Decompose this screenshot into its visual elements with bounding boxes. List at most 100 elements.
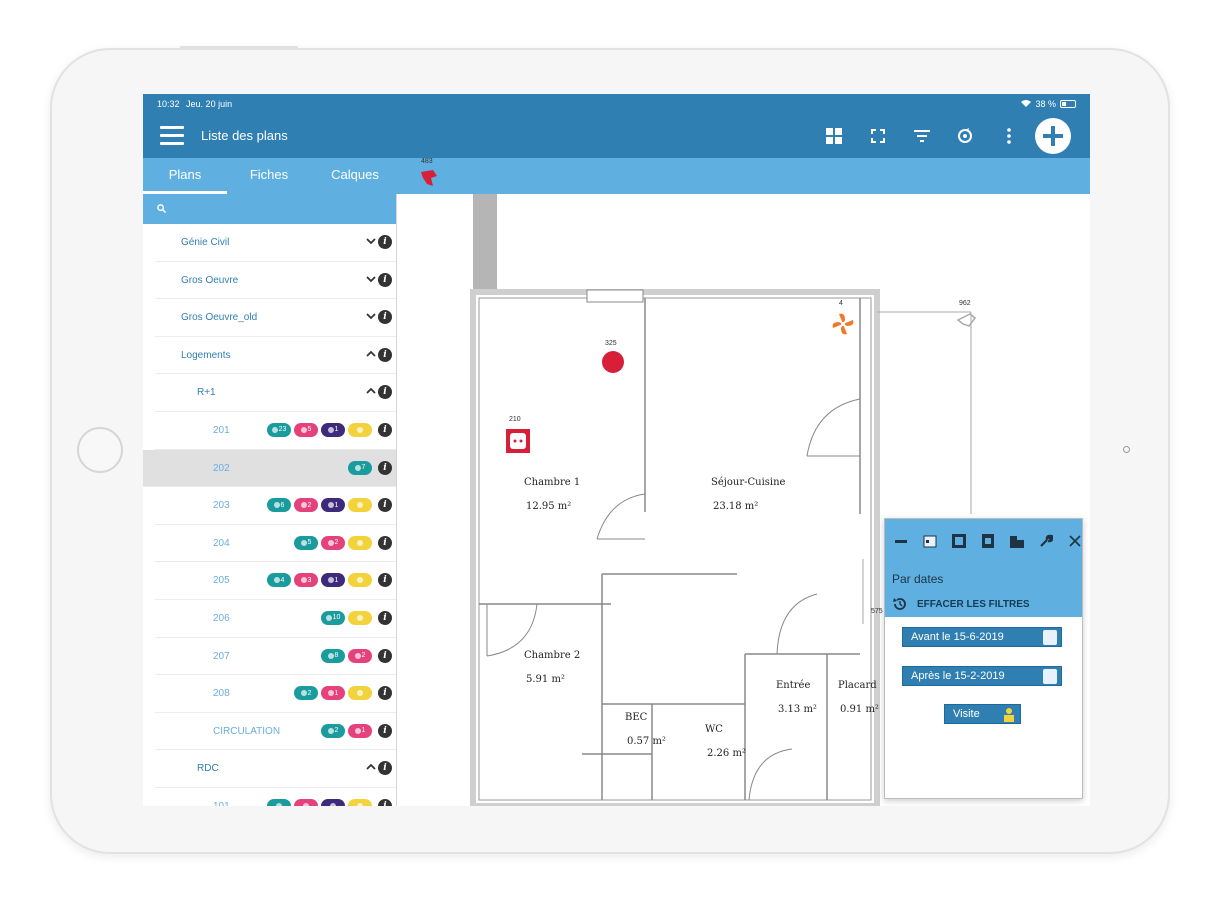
- top-marker[interactable]: 483: [415, 158, 445, 194]
- info-icon[interactable]: i: [378, 235, 392, 249]
- tab-plans[interactable]: Plans: [143, 158, 227, 194]
- info-icon[interactable]: i: [378, 573, 392, 588]
- tree-row[interactable]: 208 2 1 i: [155, 675, 396, 713]
- tree-row[interactable]: 207 8 2 i: [155, 638, 396, 676]
- document-icon[interactable]: [980, 533, 996, 549]
- info-icon[interactable]: i: [378, 310, 392, 325]
- building-icon[interactable]: [1009, 533, 1025, 549]
- room-name: Chambre 2: [524, 650, 581, 661]
- tree-row-label: 202: [213, 462, 230, 474]
- pink-status-badge: [294, 798, 318, 806]
- smoke-detector-icon[interactable]: [601, 350, 625, 374]
- room-name: WC: [705, 724, 723, 735]
- info-icon[interactable]: i: [378, 347, 392, 362]
- close-icon[interactable]: [1067, 533, 1083, 549]
- calendar-icon[interactable]: [922, 533, 938, 549]
- tree-row-label: 101: [213, 801, 230, 806]
- clear-filters-button[interactable]: EFFACER LES FILTRES: [891, 595, 1030, 613]
- info-icon[interactable]: i: [378, 460, 392, 475]
- battery-percent: 38 %: [1035, 99, 1056, 109]
- layers-icon[interactable]: [951, 533, 967, 549]
- menu-icon[interactable]: [160, 126, 184, 146]
- tree-row-label: Gros Oeuvre_old: [181, 312, 258, 324]
- tree-row[interactable]: Logements i: [155, 337, 396, 375]
- info-icon[interactable]: i: [378, 422, 392, 437]
- tree-row[interactable]: CIRCULATION 2 1 i: [155, 713, 396, 751]
- tree-row[interactable]: Gros Oeuvre_old i: [155, 299, 396, 337]
- info-icon[interactable]: i: [378, 498, 392, 513]
- visit-filter-button[interactable]: Visite: [944, 704, 1021, 724]
- room-area: 2.26 m²: [707, 748, 746, 759]
- room-area: 23.18 m²: [713, 501, 759, 512]
- teal-status-badge: [267, 798, 291, 806]
- tree-row-label: 205: [213, 575, 230, 587]
- power-outlet-icon[interactable]: [505, 428, 531, 454]
- status-badges: 21: [321, 723, 372, 738]
- chevron-down-icon[interactable]: [366, 311, 376, 321]
- tree-row-label: R+1: [197, 387, 216, 399]
- search-bar[interactable]: [143, 194, 396, 224]
- info-icon[interactable]: i: [378, 761, 392, 776]
- after-date-button[interactable]: Après le 15-2-2019: [902, 666, 1062, 686]
- chevron-up-icon[interactable]: [366, 349, 376, 359]
- status-badges: 4 3 1: [267, 573, 372, 588]
- plan-tree-sidebar: Génie Civil i Gros Oeuvre i Gros Oeuvre_old i…: [143, 194, 397, 806]
- chevron-up-icon[interactable]: [366, 386, 376, 396]
- tree-row[interactable]: 202 7 i: [143, 449, 396, 488]
- info-icon[interactable]: i: [378, 648, 392, 663]
- info-icon[interactable]: i: [378, 723, 392, 738]
- badge-count: 2: [334, 539, 339, 547]
- marker-number: 325: [605, 340, 617, 347]
- tree-row-label: 207: [213, 650, 230, 662]
- info-icon[interactable]: i: [378, 272, 392, 287]
- purple-status-badge: 1: [321, 498, 345, 513]
- info-icon[interactable]: i: [378, 385, 392, 400]
- badge-count: 1: [361, 727, 366, 735]
- before-date-button[interactable]: Avant le 15-6-2019: [902, 627, 1062, 647]
- filter-icon[interactable]: [911, 125, 933, 147]
- badge-count: 23: [278, 426, 287, 434]
- tree-row[interactable]: Gros Oeuvre i: [155, 262, 396, 300]
- info-icon[interactable]: i: [378, 798, 392, 806]
- tab-fiches[interactable]: Fiches: [227, 158, 311, 194]
- minimize-icon[interactable]: [893, 533, 909, 549]
- chevron-down-icon[interactable]: [366, 236, 376, 246]
- room-area: 12.95 m²: [526, 501, 572, 512]
- grid-view-icon[interactable]: [823, 125, 845, 147]
- marker-number: 210: [509, 416, 521, 423]
- status-badges: 52: [294, 535, 372, 550]
- badge-count: 2: [307, 501, 312, 509]
- tree-row[interactable]: 204 5 2 i: [155, 525, 396, 563]
- app-bar: Liste des plans: [143, 114, 1090, 158]
- status-badges: 21: [294, 686, 372, 701]
- add-button[interactable]: [1035, 118, 1071, 154]
- wrench-icon[interactable]: [1038, 533, 1054, 549]
- more-options-icon[interactable]: [998, 125, 1020, 147]
- tree-row[interactable]: Génie Civil i: [155, 224, 396, 262]
- chevron-down-icon[interactable]: [366, 274, 376, 284]
- tree-row[interactable]: 203 6 2 1 i: [155, 487, 396, 525]
- equipment-marker-icon[interactable]: [955, 310, 979, 328]
- fire-extinguisher-icon: [421, 170, 437, 186]
- badge-count: 2: [361, 652, 366, 660]
- marker-number: 962: [959, 300, 971, 307]
- tree-row[interactable]: 206 10 i: [155, 600, 396, 638]
- tree-row[interactable]: 201 23 5 1 i: [155, 412, 396, 450]
- teal-status-badge: 7: [348, 460, 372, 475]
- info-icon[interactable]: i: [378, 535, 392, 550]
- tree-row-label: 204: [213, 537, 230, 549]
- yellow-status-badge: [348, 535, 372, 550]
- badge-count: 1: [334, 501, 339, 509]
- ventilation-fan-icon[interactable]: [831, 312, 855, 336]
- sync-icon[interactable]: [954, 125, 976, 147]
- tab-calques[interactable]: Calques: [313, 158, 397, 194]
- tree-row[interactable]: RDC i: [155, 750, 396, 788]
- chevron-up-icon[interactable]: [366, 762, 376, 772]
- tablet-camera: [1123, 446, 1130, 453]
- tree-row[interactable]: 205 4 3 1 i: [155, 562, 396, 600]
- tree-row[interactable]: 101 i: [155, 788, 396, 806]
- info-icon[interactable]: i: [378, 610, 392, 625]
- tree-row[interactable]: R+1 i: [155, 374, 396, 412]
- info-icon[interactable]: i: [378, 686, 392, 701]
- fit-screen-icon[interactable]: [867, 125, 889, 147]
